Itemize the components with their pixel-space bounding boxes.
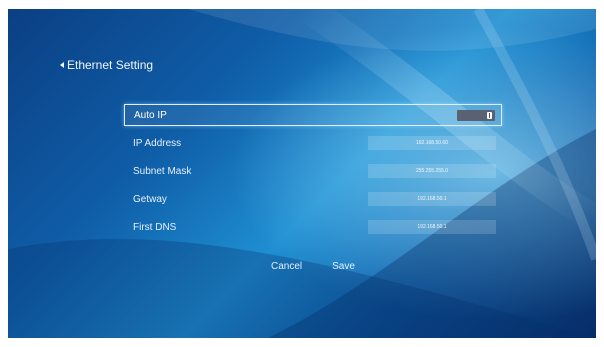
toggle-knob-mark xyxy=(489,113,490,118)
ip-address-field[interactable]: 192.168.50.60 xyxy=(368,136,496,150)
setting-row-gateway[interactable]: Getway 192.168.50.1 xyxy=(124,188,502,210)
first-dns-field[interactable]: 192.168.50.1 xyxy=(368,220,496,234)
setting-label: Getway xyxy=(133,193,167,205)
back-button[interactable]: Ethernet Setting xyxy=(60,58,153,72)
save-button[interactable]: Save xyxy=(332,261,355,272)
auto-ip-toggle[interactable] xyxy=(457,110,495,121)
setting-row-subnet-mask[interactable]: Subnet Mask 255.255.255.0 xyxy=(124,160,502,182)
page-title: Ethernet Setting xyxy=(67,58,154,72)
setting-label: IP Address xyxy=(133,137,182,149)
gateway-field[interactable]: 192.168.50.1 xyxy=(368,192,496,206)
tv-screen: Ethernet Setting Auto IP IP Address 192.… xyxy=(8,9,596,338)
setting-label: First DNS xyxy=(133,221,177,233)
setting-label: Auto IP xyxy=(134,109,167,121)
subnet-mask-field[interactable]: 255.255.255.0 xyxy=(368,164,496,178)
cancel-button[interactable]: Cancel xyxy=(271,261,302,272)
setting-label: Subnet Mask xyxy=(133,165,192,177)
settings-list: Auto IP IP Address 192.168.50.60 Subnet … xyxy=(124,104,502,244)
chevron-left-icon xyxy=(60,62,64,68)
action-bar: Cancel Save xyxy=(271,261,355,272)
setting-row-ip-address[interactable]: IP Address 192.168.50.60 xyxy=(124,132,502,154)
setting-row-first-dns[interactable]: First DNS 192.168.50.1 xyxy=(124,216,502,238)
setting-row-auto-ip[interactable]: Auto IP xyxy=(124,104,502,126)
